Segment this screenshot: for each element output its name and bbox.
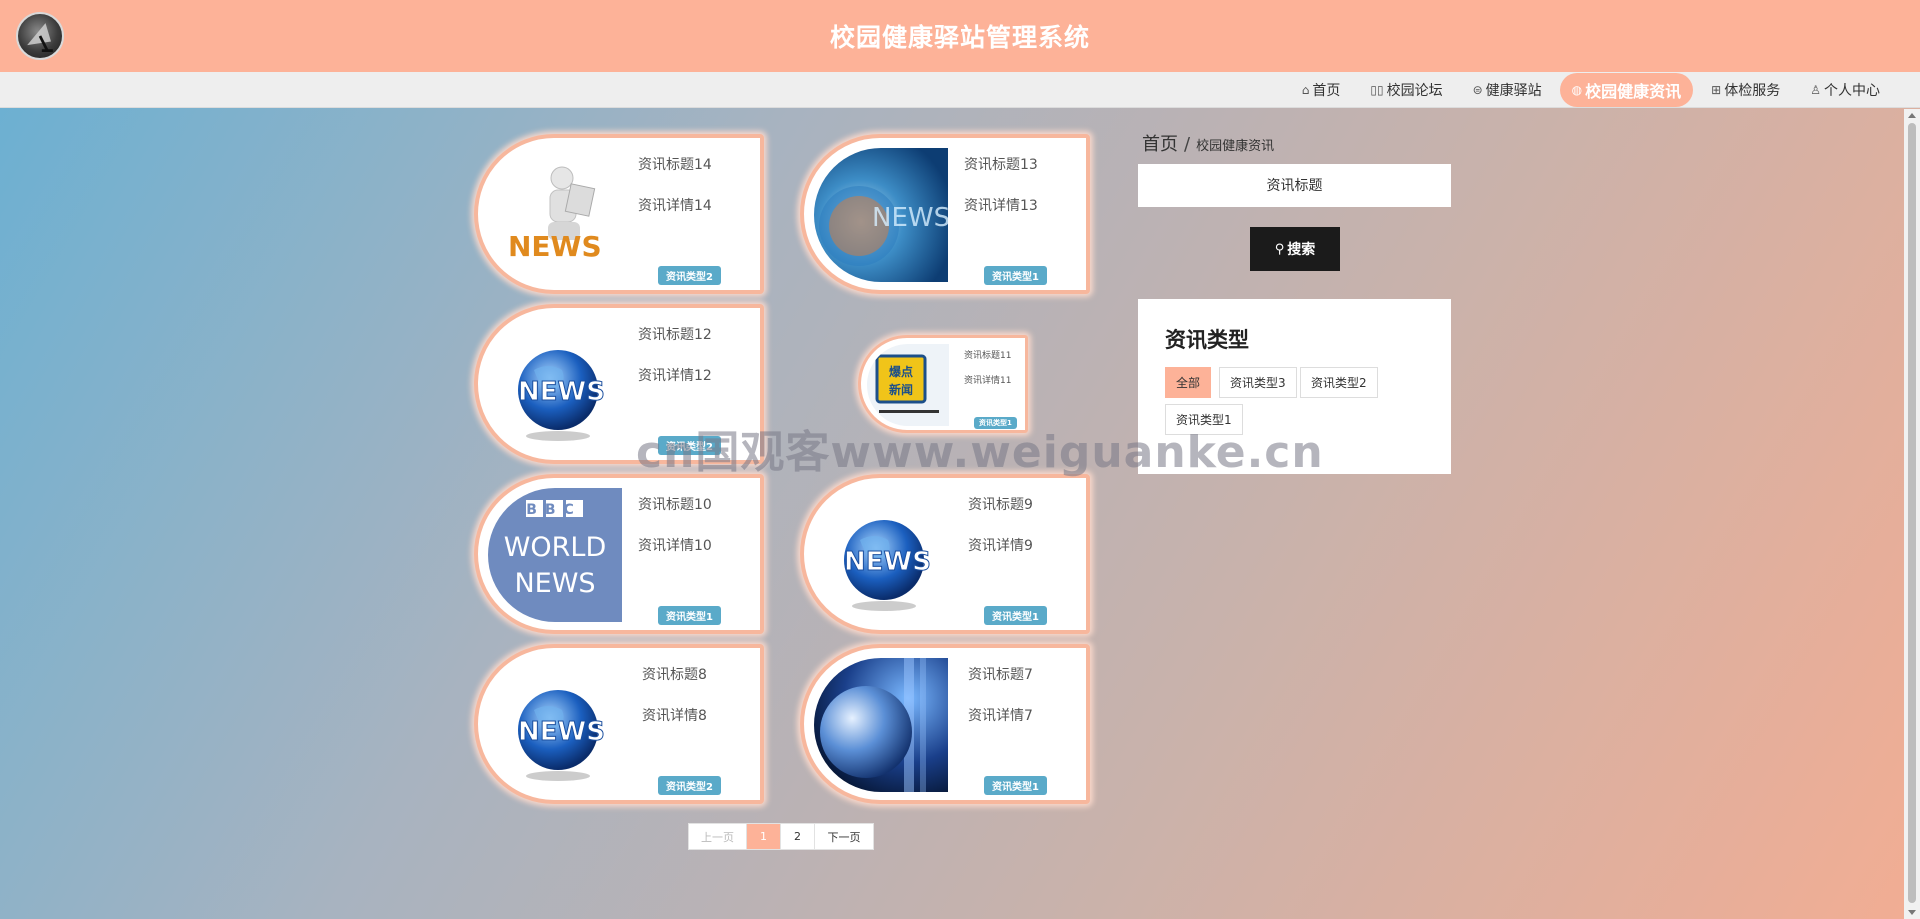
card-title[interactable]: 资讯标题7 [968, 664, 1078, 684]
nav-item-label: 体检服务 [1724, 83, 1781, 99]
nav-item-profile[interactable]: ♙ 个人中心 [1798, 73, 1892, 107]
card-title[interactable]: 资讯标题8 [642, 664, 752, 684]
nav-item-home[interactable]: ⌂ 首页 [1290, 73, 1353, 107]
breadcrumb: 首页 / 校园健康资讯 [1142, 130, 1274, 156]
card-title[interactable]: 资讯标题10 [638, 494, 748, 514]
studio-news-text: NEWS [872, 203, 948, 233]
news-card[interactable]: 爆点 新闻 资讯标题11 资讯详情11 资讯类型1 [858, 335, 1028, 433]
site-title: 校园健康驿站管理系统 [829, 23, 1090, 52]
news-blue-studio-image: NEWS [814, 148, 948, 282]
station-icon: ⊜ [1472, 83, 1483, 97]
card-detail: 资讯详情8 [642, 708, 707, 724]
type-tag-all[interactable]: 全部 [1165, 367, 1212, 398]
card-type-badge[interactable]: 资讯类型1 [658, 606, 721, 625]
card-title[interactable]: 资讯标题9 [968, 494, 1078, 514]
globe-news-text: NEWS [844, 547, 931, 577]
page-button-1[interactable]: 1 [747, 824, 781, 849]
type-filter-title: 资讯类型 [1165, 328, 1249, 352]
news-card[interactable]: NEWS 资讯标题12 资讯详情12 资讯类型2 [474, 304, 764, 464]
card-detail: 资讯详情9 [968, 538, 1033, 554]
news-card[interactable]: 资讯标题7 资讯详情7 资讯类型1 [800, 644, 1090, 804]
card-type-badge[interactable]: 资讯类型2 [658, 436, 721, 455]
card-title[interactable]: 资讯标题11 [964, 348, 1025, 361]
news-earth-studio-image [814, 658, 948, 792]
nav-item-label: 首页 [1312, 83, 1341, 99]
news-3d-man-image: NEWS [488, 148, 622, 282]
card-detail: 资讯详情10 [638, 538, 712, 554]
news-card[interactable]: NEWS 资讯标题9 资讯详情9 资讯类型1 [800, 474, 1090, 634]
header: 校园健康驿站管理系统 [0, 0, 1920, 72]
scrollbar-thumb[interactable] [1908, 123, 1916, 903]
breadcrumb-home[interactable]: 首页 [1142, 130, 1178, 156]
card-detail: 资讯详情7 [968, 708, 1033, 724]
gift-icon: ⊞ [1711, 83, 1722, 97]
nav-item-label: 个人中心 [1824, 83, 1880, 99]
nav-item-label: 校园健康资讯 [1585, 82, 1682, 101]
card-title[interactable]: 资讯标题14 [638, 154, 748, 174]
bbc-logo-text: BBC [526, 502, 582, 518]
news-globe-image: NEWS [814, 488, 948, 622]
news-card[interactable]: NEWS 资讯标题13 资讯详情13 资讯类型1 [800, 134, 1090, 294]
nav-item-label: 健康驿站 [1485, 83, 1542, 99]
news-card[interactable]: BBC WORLD NEWS 资讯标题10 资讯详情10 资讯类型1 [474, 474, 764, 634]
globe-news-text: NEWS [518, 377, 605, 407]
globe-icon: ◍ [1571, 83, 1583, 97]
search-input[interactable] [1138, 164, 1451, 207]
type-tag-2[interactable]: 资讯类型2 [1300, 367, 1378, 398]
type-tag-1[interactable]: 资讯类型1 [1165, 404, 1243, 435]
scroll-up-icon[interactable] [1908, 113, 1916, 118]
news-globe-image: NEWS [488, 318, 622, 452]
page-button-2[interactable]: 2 [781, 824, 815, 849]
nav-item-checkup[interactable]: ⊞ 体检服务 [1699, 73, 1792, 107]
search-icon: ⚲ [1274, 241, 1285, 257]
pagination: 上一页 1 2 下一页 [688, 823, 874, 850]
hot-news-line2: 新闻 [889, 382, 913, 397]
nav-item-health-news[interactable]: ◍ 校园健康资讯 [1559, 73, 1694, 107]
card-detail: 资讯详情12 [638, 368, 712, 384]
prev-page-button[interactable]: 上一页 [689, 824, 747, 849]
search-button[interactable]: ⚲ 搜索 [1250, 227, 1340, 271]
nav-item-health-station[interactable]: ⊜ 健康驿站 [1461, 73, 1554, 107]
card-detail: 资讯详情13 [964, 198, 1038, 214]
user-icon: ♙ [1810, 83, 1821, 97]
home-icon: ⌂ [1301, 83, 1310, 97]
bbc-news-text: NEWS [514, 568, 595, 599]
card-type-badge[interactable]: 资讯类型1 [974, 417, 1017, 429]
card-type-badge[interactable]: 资讯类型2 [658, 266, 721, 285]
card-detail: 资讯详情11 [964, 376, 1012, 386]
bbc-world-news-image: BBC WORLD NEWS [488, 488, 622, 622]
hot-news-badge-image: 爆点 新闻 [867, 344, 949, 426]
card-type-badge[interactable]: 资讯类型1 [984, 266, 1047, 285]
card-type-badge[interactable]: 资讯类型1 [984, 776, 1047, 795]
card-type-badge[interactable]: 资讯类型1 [984, 606, 1047, 625]
breadcrumb-separator: / [1184, 134, 1191, 155]
card-title[interactable]: 资讯标题12 [638, 324, 748, 344]
page-scrollbar[interactable] [1904, 109, 1920, 919]
bbc-world-text: WORLD [504, 532, 607, 563]
type-tag-3[interactable]: 资讯类型3 [1219, 367, 1297, 398]
man-news-text: NEWS [508, 230, 602, 263]
card-title[interactable]: 资讯标题13 [964, 154, 1074, 174]
nav-item-label: 校园论坛 [1386, 83, 1443, 99]
search-button-label: 搜索 [1287, 242, 1316, 258]
top-nav: ⌂ 首页 ▯▯ 校园论坛 ⊜ 健康驿站 ◍ 校园健康资讯 ⊞ 体检服务 ♙ 个人… [0, 72, 1920, 108]
news-type-filter-panel: 资讯类型 全部 资讯类型3 资讯类型2 资讯类型1 [1138, 299, 1451, 474]
forum-icon: ▯▯ [1370, 83, 1384, 97]
globe-news-text: NEWS [518, 717, 605, 747]
hot-news-line1: 爆点 [889, 364, 913, 379]
card-type-badge[interactable]: 资讯类型2 [658, 776, 721, 795]
nav-item-forum[interactable]: ▯▯ 校园论坛 [1358, 73, 1454, 107]
card-detail: 资讯详情14 [638, 198, 712, 214]
news-card[interactable]: NEWS 资讯标题14 资讯详情14 资讯类型2 [474, 134, 764, 294]
news-globe-image: NEWS [488, 658, 622, 792]
next-page-button[interactable]: 下一页 [815, 824, 873, 849]
news-card[interactable]: NEWS 资讯标题8 资讯详情8 资讯类型2 [474, 644, 764, 804]
scroll-down-icon[interactable] [1908, 910, 1916, 915]
breadcrumb-current: 校园健康资讯 [1196, 139, 1275, 154]
